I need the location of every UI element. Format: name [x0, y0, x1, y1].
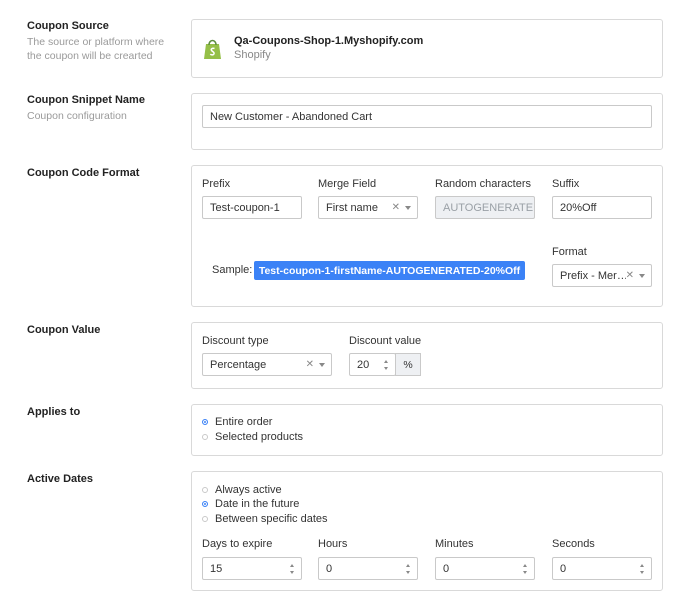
days-to-expire-label: Days to expire — [202, 538, 273, 550]
hours-label: Hours — [318, 538, 348, 550]
radio-unchecked-icon[interactable] — [202, 516, 208, 522]
snippet-name-title: Coupon Snippet Name — [27, 94, 145, 106]
clear-icon[interactable]: ✕ — [306, 359, 314, 370]
radio-checked-icon[interactable] — [202, 419, 208, 425]
discount-type-controls: ✕ — [306, 354, 325, 375]
stepper-icon[interactable] — [289, 564, 295, 574]
shop-name: Qa-Coupons-Shop-1.Myshopify.com — [234, 35, 424, 47]
discount-type-label: Discount type — [202, 335, 269, 347]
radio-label: Always active — [215, 484, 282, 496]
radio-entire-order[interactable]: Entire order — [202, 416, 272, 428]
suffix-input[interactable]: 20%Off — [552, 196, 652, 219]
sample-code-badge: Test-coupon-1-firstName-AUTOGENERATED-20… — [254, 261, 525, 280]
radio-label: Selected products — [215, 431, 304, 443]
clear-icon[interactable]: ✕ — [626, 270, 634, 281]
random-characters-label: Random characters — [435, 178, 531, 190]
coupon-value-panel: Discount type Discount value Percentage … — [191, 322, 663, 389]
discount-type-select[interactable]: Percentage ✕ — [202, 353, 332, 376]
merge-field-controls: ✕ — [392, 197, 411, 218]
stepper-icon[interactable] — [522, 564, 528, 574]
snippet-name-panel: New Customer - Abandoned Cart — [191, 93, 663, 150]
minutes-label: Minutes — [435, 538, 474, 550]
radio-always-active[interactable]: Always active — [202, 484, 282, 496]
format-label: Format — [552, 246, 587, 258]
radio-unchecked-icon[interactable] — [202, 487, 208, 493]
days-value: 15 — [210, 562, 223, 575]
stepper-icon[interactable] — [405, 564, 411, 574]
coupon-value-title: Coupon Value — [27, 324, 101, 336]
snippet-name-label-group: Coupon Snippet Name Coupon configuration — [27, 93, 177, 123]
merge-field-select[interactable]: First name ✕ — [318, 196, 418, 219]
code-format-panel: Prefix Merge Field Random characters Suf… — [191, 165, 663, 307]
stepper-icon[interactable] — [639, 564, 645, 574]
active-dates-label-group: Active Dates — [27, 472, 177, 486]
applies-to-label-group: Applies to — [27, 405, 177, 419]
format-value: Prefix - Mer… — [560, 269, 628, 282]
format-select[interactable]: Prefix - Mer… ✕ — [552, 264, 652, 287]
chevron-down-icon[interactable] — [405, 205, 411, 210]
seconds-value: 0 — [560, 562, 567, 575]
snippet-name-input[interactable]: New Customer - Abandoned Cart — [202, 105, 652, 128]
sample-label: Sample: — [212, 264, 253, 276]
active-dates-panel: Always active Date in the future Between… — [191, 471, 663, 591]
seconds-label: Seconds — [552, 538, 595, 550]
coupon-source-label-group: Coupon Source The source or platform whe… — [27, 19, 177, 63]
days-to-expire-input[interactable]: 15 — [202, 557, 302, 580]
coupon-value-label-group: Coupon Value — [27, 323, 177, 337]
coupon-source-panel: Qa-Coupons-Shop-1.Myshopify.com Shopify — [191, 19, 663, 78]
radio-label: Between specific dates — [215, 513, 328, 525]
minutes-value: 0 — [443, 562, 450, 575]
applies-to-panel: Entire order Selected products — [191, 404, 663, 456]
merge-field-value: First name — [326, 201, 378, 214]
shopify-bag-icon — [203, 38, 222, 60]
chevron-down-icon[interactable] — [319, 362, 325, 367]
radio-between-dates[interactable]: Between specific dates — [202, 513, 328, 525]
seconds-input[interactable]: 0 — [552, 557, 652, 580]
discount-value-input[interactable]: 20 — [349, 353, 396, 376]
clear-icon[interactable]: ✕ — [392, 202, 400, 213]
applies-to-title: Applies to — [27, 406, 81, 418]
radio-selected-products[interactable]: Selected products — [202, 431, 303, 443]
prefix-label: Prefix — [202, 178, 231, 190]
minutes-input[interactable]: 0 — [435, 557, 535, 580]
prefix-input[interactable]: Test-coupon-1 — [202, 196, 302, 219]
platform-name: Shopify — [234, 49, 271, 61]
hours-value: 0 — [326, 562, 333, 575]
radio-date-in-future[interactable]: Date in the future — [202, 498, 299, 510]
suffix-label: Suffix — [552, 178, 580, 190]
code-format-label-group: Coupon Code Format — [27, 166, 177, 180]
active-dates-title: Active Dates — [27, 473, 94, 485]
chevron-down-icon[interactable] — [639, 273, 645, 278]
stepper-icon[interactable] — [383, 360, 389, 370]
percent-addon: % — [395, 353, 421, 376]
radio-unchecked-icon[interactable] — [202, 434, 208, 440]
discount-type-value: Percentage — [210, 358, 267, 371]
code-format-title: Coupon Code Format — [27, 167, 140, 179]
merge-field-label: Merge Field — [318, 178, 377, 190]
radio-label: Entire order — [215, 416, 273, 428]
discount-value-label: Discount value — [349, 335, 422, 347]
hours-input[interactable]: 0 — [318, 557, 418, 580]
format-controls: ✕ — [625, 265, 645, 286]
radio-label: Date in the future — [215, 498, 300, 510]
radio-checked-icon[interactable] — [202, 501, 208, 507]
snippet-name-description: Coupon configuration — [27, 110, 127, 122]
coupon-source-title: Coupon Source — [27, 20, 109, 32]
coupon-source-description: The source or platform where the coupon … — [27, 36, 165, 62]
discount-value: 20 — [357, 358, 370, 371]
random-characters-input: AUTOGENERATEI — [435, 196, 535, 219]
